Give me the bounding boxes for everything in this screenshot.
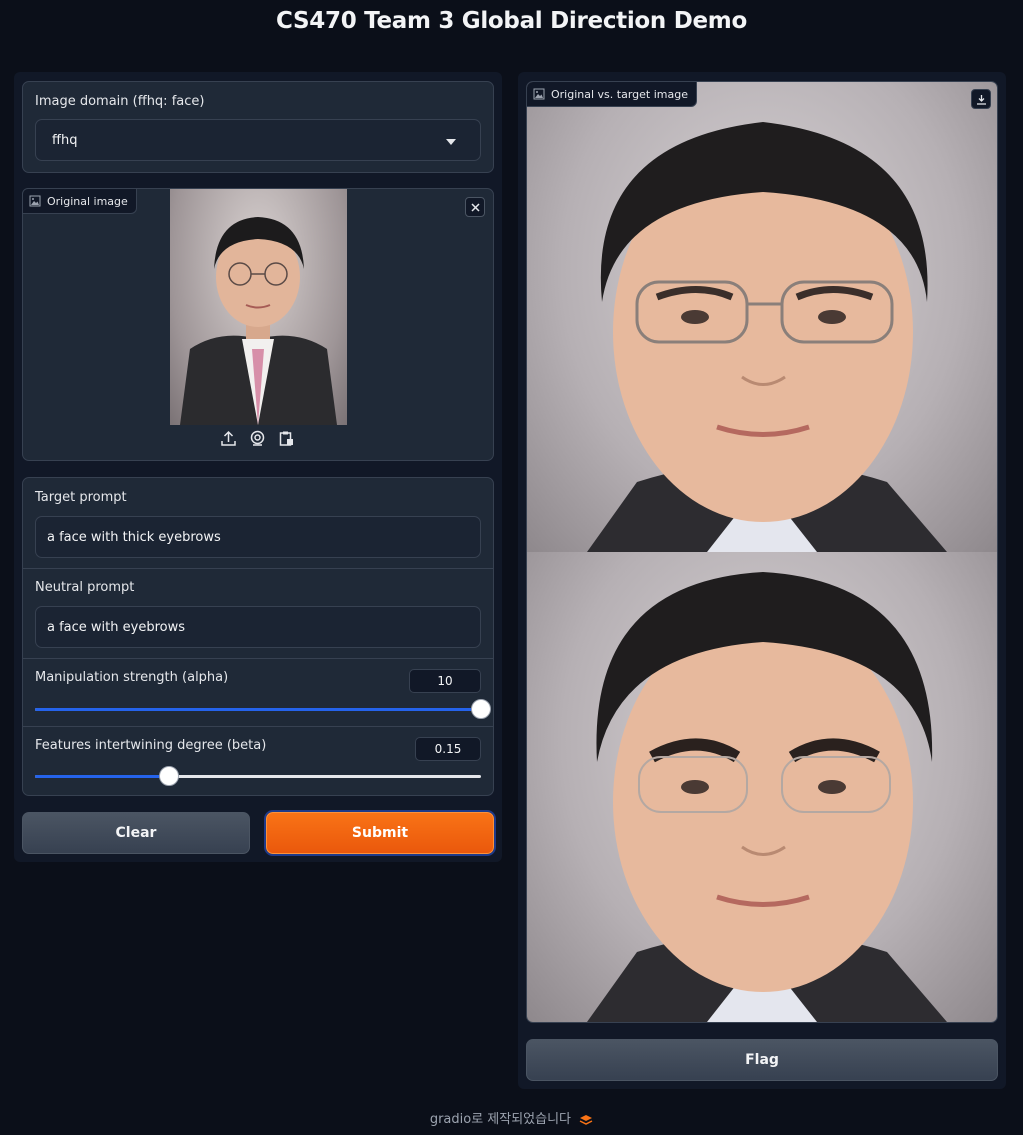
beta-slider[interactable] [35, 766, 481, 786]
output-image-label: Original vs. target image [551, 87, 688, 101]
domain-dropdown[interactable]: ffhq [35, 119, 481, 161]
alpha-slider-thumb[interactable] [471, 699, 491, 719]
image-icon [29, 195, 41, 207]
image-icon [533, 88, 545, 100]
original-face-panel [527, 82, 997, 552]
original-face-illustration [587, 122, 947, 552]
original-photo [170, 189, 347, 425]
webcam-icon[interactable] [249, 430, 266, 447]
page-title: CS470 Team 3 Global Direction Demo [276, 8, 747, 34]
close-icon [470, 202, 480, 212]
input-column: Image domain (ffhq: face) ffhq Original … [14, 72, 502, 862]
clear-button[interactable]: Clear [22, 812, 250, 854]
alpha-number-input[interactable]: 10 [409, 669, 481, 693]
submit-button[interactable]: Submit [266, 812, 494, 854]
alpha-slider-fill [35, 708, 481, 711]
beta-slider-fill [35, 775, 169, 778]
domain-label: Image domain (ffhq: face) [35, 94, 205, 109]
target-face-illustration [587, 572, 947, 1022]
original-image-label: Original image [47, 194, 128, 208]
beta-label: Features intertwining degree (beta) [35, 738, 267, 753]
divider [23, 568, 493, 569]
original-image-tag: Original image [22, 188, 137, 214]
upload-icon[interactable] [220, 430, 237, 447]
gradio-logo-icon [579, 1114, 593, 1125]
neutral-prompt-label: Neutral prompt [35, 580, 135, 595]
output-image-block: Original vs. target image [526, 81, 998, 1023]
footer-text[interactable]: gradio로 제작되었습니다 [430, 1112, 571, 1127]
divider [23, 726, 493, 727]
domain-block: Image domain (ffhq: face) ffhq [22, 81, 494, 173]
neutral-prompt-input[interactable]: a face with eyebrows [35, 606, 481, 648]
close-button[interactable] [465, 197, 485, 217]
neutral-prompt-value: a face with eyebrows [47, 619, 185, 635]
target-face-panel [527, 552, 997, 1022]
divider [23, 658, 493, 659]
beta-number-input[interactable]: 0.15 [415, 737, 481, 761]
beta-slider-thumb[interactable] [158, 766, 179, 786]
domain-selected: ffhq [52, 132, 78, 148]
download-button[interactable] [971, 89, 991, 109]
clipboard-icon[interactable] [278, 430, 295, 447]
portrait-illustration [180, 217, 337, 425]
flag-button[interactable]: Flag [526, 1039, 998, 1081]
output-column: Original vs. target image Flag [518, 72, 1006, 1089]
target-prompt-label: Target prompt [35, 490, 127, 505]
image-source-icons [220, 430, 295, 447]
target-prompt-value: a face with thick eyebrows [47, 529, 221, 545]
chevron-down-icon [446, 139, 456, 145]
alpha-slider[interactable] [35, 699, 491, 719]
target-prompt-input[interactable]: a face with thick eyebrows [35, 516, 481, 558]
alpha-label: Manipulation strength (alpha) [35, 670, 229, 685]
params-block: Target prompt a face with thick eyebrows… [22, 477, 494, 796]
original-image-block: Original image [22, 188, 494, 461]
footer: gradio로 제작되었습니다 [0, 1108, 1023, 1127]
output-image-tag: Original vs. target image [527, 82, 697, 107]
download-icon [976, 94, 986, 105]
